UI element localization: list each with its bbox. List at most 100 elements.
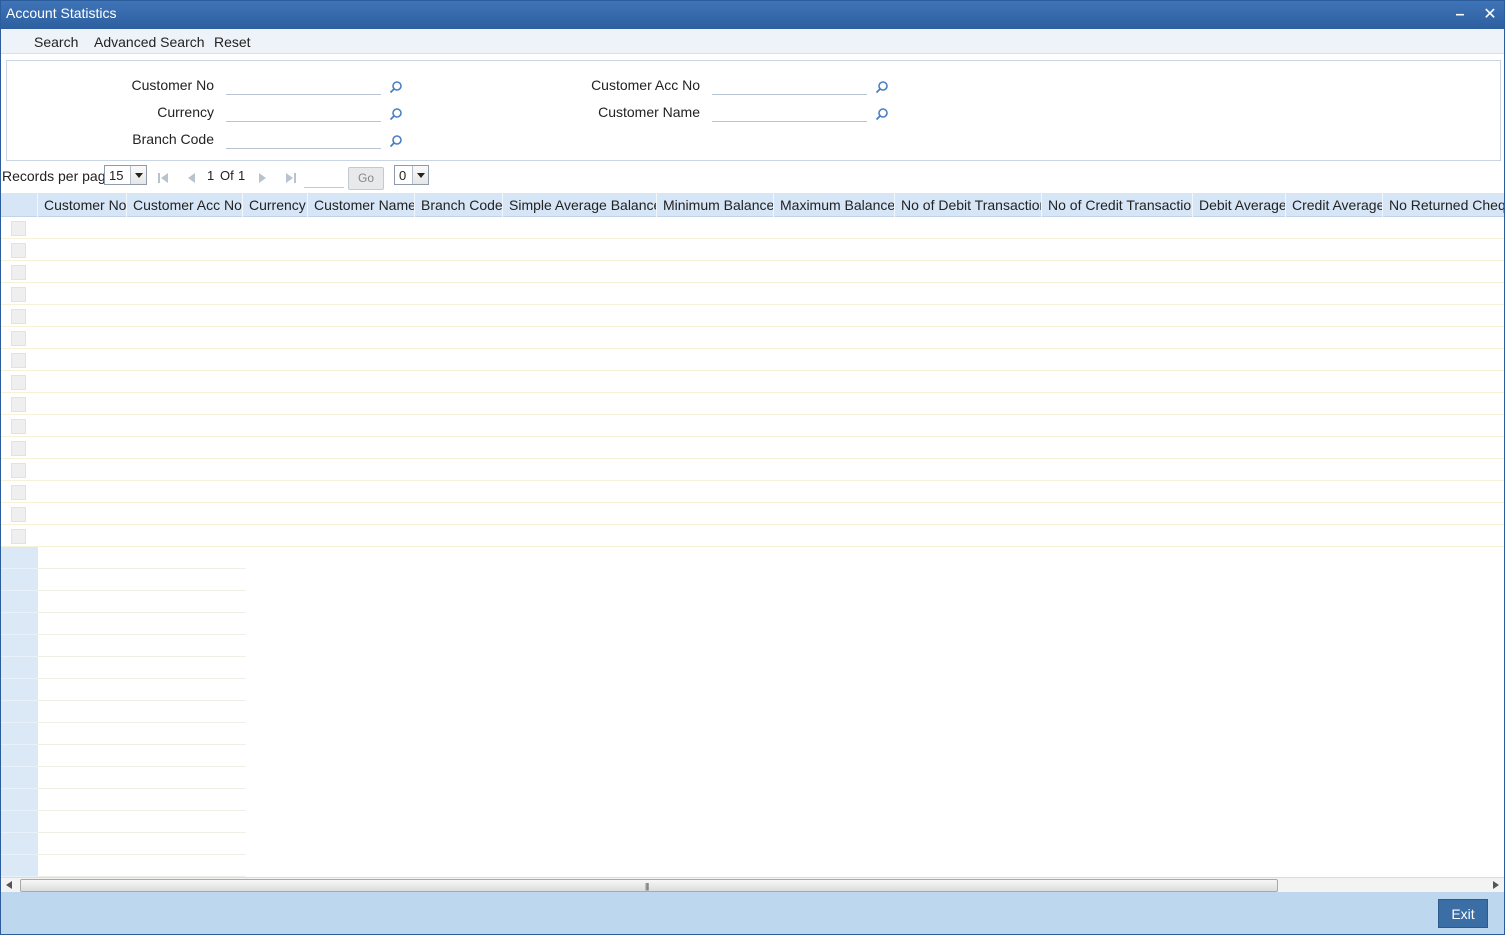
row-checkbox[interactable] — [11, 441, 26, 456]
row-checkbox[interactable] — [11, 221, 26, 236]
table-row[interactable] — [1, 349, 1504, 371]
customer-name-input[interactable] — [712, 102, 867, 122]
customer-acc-no-search-icon[interactable] — [875, 80, 889, 94]
customer-name-search-icon[interactable] — [875, 107, 889, 121]
page-select[interactable]: 0 — [394, 165, 429, 185]
next-page-icon[interactable] — [257, 172, 269, 184]
customer-no-search-icon[interactable] — [389, 80, 403, 94]
row-checkbox[interactable] — [11, 507, 26, 522]
column-header[interactable]: No Returned Cheque — [1383, 193, 1504, 217]
column-header[interactable]: Customer Acc No — [127, 193, 243, 217]
column-header[interactable]: No of Debit Transaction — [895, 193, 1042, 217]
table-row[interactable] — [1, 481, 1504, 503]
table-row[interactable] — [1, 503, 1504, 525]
horizontal-scrollbar[interactable]: ||| — [1, 877, 1504, 892]
chevron-down-icon — [412, 166, 428, 184]
row-gutter — [1, 547, 38, 569]
currency-search-icon[interactable] — [389, 107, 403, 121]
table-row[interactable] — [1, 283, 1504, 305]
table-row[interactable] — [1, 437, 1504, 459]
customer-acc-no-label: Customer Acc No — [591, 77, 700, 93]
row-checkbox[interactable] — [11, 463, 26, 478]
grid-header: Customer No Customer Acc No Currency Custom… — [1, 193, 1504, 217]
row-gutter — [1, 767, 38, 789]
table-row[interactable] — [1, 371, 1504, 393]
toolbar: Search Advanced Search Reset — [1, 29, 1504, 54]
pagination-bar: Records per page 15 1 Of 1 Go 0 — [1, 164, 1504, 190]
row-checkbox[interactable] — [11, 287, 26, 302]
row-checkbox[interactable] — [11, 529, 26, 544]
table-row[interactable] — [1, 393, 1504, 415]
table-row[interactable] — [1, 261, 1504, 283]
advanced-search-button[interactable]: Advanced Search — [94, 34, 205, 50]
table-row[interactable] — [1, 217, 1504, 239]
account-statistics-window: Account Statistics – ✕ Search Advanced S… — [0, 0, 1505, 935]
row-gutter — [1, 635, 38, 657]
reset-button[interactable]: Reset — [214, 34, 251, 50]
row-gutter — [1, 679, 38, 701]
table-row[interactable] — [1, 525, 1504, 547]
table-row[interactable] — [1, 239, 1504, 261]
first-page-icon[interactable] — [157, 172, 169, 184]
row-checkbox[interactable] — [11, 397, 26, 412]
records-per-page-label: Records per page — [2, 168, 114, 184]
column-header[interactable]: No of Credit Transaction — [1042, 193, 1193, 217]
column-header[interactable]: Simple Average Balance — [503, 193, 657, 217]
column-header[interactable]: Credit Average — [1286, 193, 1383, 217]
records-per-page-select[interactable]: 15 — [104, 165, 147, 185]
row-gutter — [1, 569, 38, 591]
last-page-icon[interactable] — [285, 172, 297, 184]
footer-bar: Exit — [1, 892, 1504, 934]
scroll-left-icon[interactable] — [6, 881, 12, 889]
branch-code-search-icon[interactable] — [389, 134, 403, 148]
empty-row — [1, 635, 246, 657]
scrollbar-thumb[interactable]: ||| — [20, 879, 1278, 892]
table-row[interactable] — [1, 415, 1504, 437]
row-checkbox[interactable] — [11, 243, 26, 258]
row-checkbox[interactable] — [11, 265, 26, 280]
customer-no-input[interactable] — [226, 75, 381, 95]
column-header[interactable]: Currency — [243, 193, 308, 217]
empty-row — [1, 591, 246, 613]
currency-label: Currency — [157, 104, 214, 120]
minimize-icon[interactable]: – — [1450, 5, 1470, 25]
search-button[interactable]: Search — [34, 34, 78, 50]
table-row[interactable] — [1, 327, 1504, 349]
row-checkbox[interactable] — [11, 309, 26, 324]
table-row[interactable] — [1, 459, 1504, 481]
row-gutter — [1, 833, 38, 855]
currency-input[interactable] — [226, 102, 381, 122]
customer-acc-no-input[interactable] — [712, 75, 867, 95]
empty-row — [1, 767, 246, 789]
chevron-down-icon — [130, 166, 146, 184]
empty-row — [1, 745, 246, 767]
scroll-right-icon[interactable] — [1493, 881, 1499, 889]
exit-button[interactable]: Exit — [1438, 899, 1488, 928]
go-to-page-input[interactable] — [304, 174, 344, 188]
branch-code-input[interactable] — [226, 129, 381, 149]
results-grid: Customer No Customer Acc No Currency Custom… — [1, 193, 1504, 877]
row-checkbox[interactable] — [11, 353, 26, 368]
column-header[interactable]: Customer Name — [308, 193, 415, 217]
table-row[interactable] — [1, 305, 1504, 327]
row-checkbox[interactable] — [11, 485, 26, 500]
empty-row — [1, 569, 246, 591]
column-header[interactable]: Branch Code — [415, 193, 503, 217]
row-checkbox[interactable] — [11, 375, 26, 390]
row-checkbox[interactable] — [11, 419, 26, 434]
search-panel: Customer No Currency Branch Code Custome… — [6, 60, 1501, 161]
empty-row — [1, 723, 246, 745]
row-gutter — [1, 657, 38, 679]
title-bar: Account Statistics – ✕ — [1, 1, 1504, 29]
row-gutter — [1, 745, 38, 767]
column-header[interactable]: Customer No — [38, 193, 127, 217]
row-checkbox[interactable] — [11, 331, 26, 346]
column-header[interactable]: Debit Average — [1193, 193, 1286, 217]
total-pages: 1 — [238, 168, 246, 183]
column-header[interactable]: Minimum Balance — [657, 193, 774, 217]
column-header[interactable]: Maximum Balance — [774, 193, 895, 217]
go-button[interactable]: Go — [348, 167, 384, 190]
of-label: Of — [220, 168, 234, 183]
close-icon[interactable]: ✕ — [1480, 5, 1500, 25]
previous-page-icon[interactable] — [185, 172, 197, 184]
